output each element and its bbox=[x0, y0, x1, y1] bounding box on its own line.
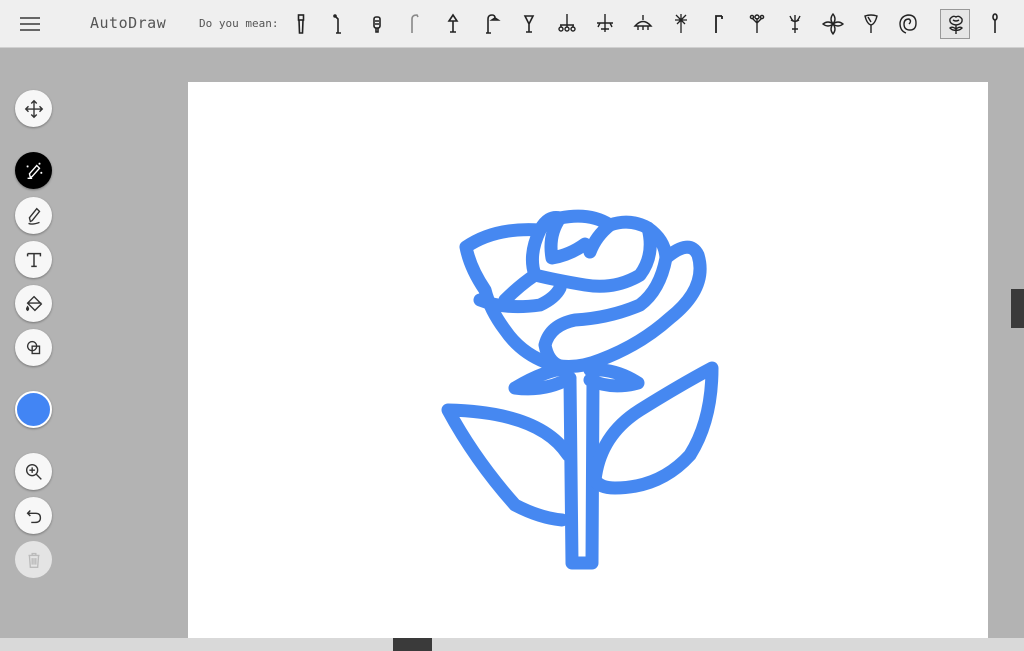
curved-streetlight-icon bbox=[411, 14, 419, 33]
move-tool[interactable] bbox=[15, 90, 52, 127]
suggestion-lily[interactable] bbox=[780, 9, 810, 39]
suggestion-ceiling-lamp[interactable] bbox=[590, 9, 620, 39]
horizontal-scrollbar-thumb[interactable] bbox=[393, 638, 432, 651]
suggestion-table-lamp[interactable] bbox=[438, 9, 468, 39]
suggestion-pendant-light[interactable] bbox=[628, 9, 658, 39]
draw-tool[interactable] bbox=[15, 197, 52, 234]
hamburger-menu-icon[interactable] bbox=[20, 14, 44, 34]
app-title: AutoDraw bbox=[90, 14, 167, 32]
suggestion-tulip-sprig[interactable] bbox=[742, 9, 772, 39]
color-picker[interactable] bbox=[15, 391, 52, 428]
undo-icon bbox=[26, 509, 41, 523]
suggestion-lantern[interactable] bbox=[362, 9, 392, 39]
single-stem-flower-icon bbox=[992, 13, 998, 33]
suggestion-goblet[interactable] bbox=[514, 9, 544, 39]
suggestion-curved-streetlight[interactable] bbox=[400, 9, 430, 39]
left-toolbar bbox=[0, 48, 68, 638]
lantern-icon bbox=[373, 16, 381, 33]
tulip-sprig-icon bbox=[749, 14, 765, 33]
drawing-canvas[interactable] bbox=[188, 82, 988, 638]
goblet-icon bbox=[523, 15, 535, 33]
fill-tool[interactable] bbox=[15, 285, 52, 322]
suggestion-street-lamp[interactable] bbox=[324, 9, 354, 39]
undo-tool[interactable] bbox=[15, 497, 52, 534]
spiral-rose-icon bbox=[899, 14, 917, 34]
suggestion-lamp-post[interactable] bbox=[704, 9, 734, 39]
suggestion-flower[interactable] bbox=[818, 9, 848, 39]
suggestions-label: Do you mean: bbox=[199, 17, 279, 30]
magic-pen-icon bbox=[26, 162, 42, 179]
rose-icon bbox=[949, 15, 963, 34]
table-lamp-icon bbox=[447, 13, 459, 33]
pendant-light-icon bbox=[633, 15, 653, 30]
calla-lily-icon bbox=[864, 14, 878, 33]
suggestion-hook-lamp[interactable] bbox=[476, 9, 506, 39]
suggestion-calla-lily[interactable] bbox=[856, 9, 886, 39]
move-arrows-icon bbox=[24, 99, 43, 118]
trash-icon bbox=[28, 552, 39, 568]
shapes-icon bbox=[26, 340, 40, 354]
zoom-tool[interactable] bbox=[15, 453, 52, 490]
rose-drawing bbox=[441, 209, 719, 570]
suggestion-spiral-rose[interactable] bbox=[894, 9, 924, 39]
suggestion-rose[interactable] bbox=[940, 9, 970, 39]
flower-icon bbox=[821, 12, 845, 36]
lily-icon bbox=[789, 15, 801, 33]
top-bar: AutoDraw Do you mean: bbox=[0, 0, 1024, 48]
paint-bucket-icon bbox=[25, 295, 42, 311]
suggestion-single-stem-flower[interactable] bbox=[980, 9, 1010, 39]
zoom-in-icon bbox=[25, 463, 42, 480]
type-tool[interactable] bbox=[15, 241, 52, 278]
horizontal-scrollbar[interactable] bbox=[0, 638, 1024, 651]
flashlight-icon bbox=[297, 14, 305, 34]
lamp-post-icon bbox=[715, 15, 723, 33]
delete-tool[interactable] bbox=[15, 541, 52, 578]
ceiling-lamp-icon bbox=[597, 14, 613, 32]
shape-tool[interactable] bbox=[15, 329, 52, 366]
pencil-icon bbox=[27, 207, 40, 225]
chandelier-icon bbox=[558, 14, 576, 32]
suggestion-chandelier[interactable] bbox=[552, 9, 582, 39]
text-t-icon bbox=[26, 252, 41, 267]
suggestion-dandelion[interactable] bbox=[666, 9, 696, 39]
autodraw-tool[interactable] bbox=[15, 152, 52, 189]
vertical-scrollbar-thumb[interactable] bbox=[1011, 289, 1024, 328]
dandelion-icon bbox=[675, 14, 687, 33]
street-lamp-icon bbox=[333, 14, 341, 34]
suggestion-flashlight[interactable] bbox=[286, 9, 316, 39]
hook-lamp-icon bbox=[486, 14, 501, 34]
